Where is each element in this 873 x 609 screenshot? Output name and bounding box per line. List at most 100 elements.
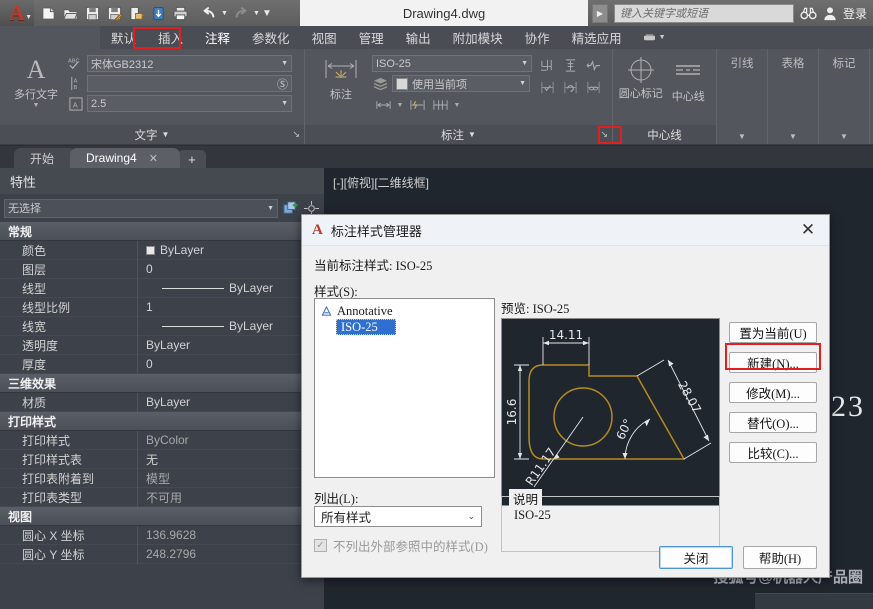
property-value[interactable]: ByLayer	[138, 338, 324, 352]
centerline-panel-title-bar[interactable]: 中心线	[613, 125, 716, 144]
dimension-text-height-icon[interactable]	[559, 55, 581, 75]
property-group-general[interactable]: 常规	[0, 222, 324, 241]
property-value[interactable]: 0	[138, 357, 324, 371]
search-binoculars-icon[interactable]	[800, 6, 817, 21]
dimension-style-launcher[interactable]: ↘	[600, 129, 608, 140]
property-row-plot-table-attached[interactable]: 打印表附着到 模型	[0, 468, 324, 488]
ribbon-tab-collaborate[interactable]: 协作	[516, 25, 559, 51]
quick-select-icon[interactable]	[282, 200, 299, 217]
close-button[interactable]: 关闭	[659, 546, 733, 569]
close-icon[interactable]: ✕	[793, 216, 823, 244]
viewport-label[interactable]: [-][俯视][二维线框]	[333, 174, 429, 191]
redo-dropdown-icon[interactable]: ▼	[252, 10, 261, 17]
dimension-button[interactable]: 标注	[310, 53, 372, 102]
ribbon-tab-parametric[interactable]: 参数化	[243, 25, 299, 51]
help-button[interactable]: 帮助(H)	[743, 546, 817, 569]
property-value[interactable]: ByLayer	[138, 395, 324, 409]
ribbon-panel-markup[interactable]: 标记 ▼	[819, 49, 870, 144]
search-expand-icon[interactable]: ▶	[591, 3, 608, 23]
new-file-button[interactable]	[38, 2, 59, 24]
continue-dimension-dropdown-icon[interactable]: ▼	[452, 95, 462, 115]
ribbon-tab-annotate[interactable]: 注释	[196, 25, 239, 51]
ribbon-tab-manage[interactable]: 管理	[350, 25, 393, 51]
quick-dimension-icon[interactable]	[406, 95, 428, 115]
ribbon-tab-insert[interactable]: 插入	[149, 25, 192, 51]
save-as-button[interactable]	[104, 2, 125, 24]
ribbon-panel-table[interactable]: 表格 ▼	[768, 49, 819, 144]
redo-button[interactable]	[230, 2, 251, 24]
customize-qat-icon[interactable]: ▼	[262, 8, 272, 19]
login-label[interactable]: 登录	[843, 5, 867, 22]
import-cloud-button[interactable]	[148, 2, 169, 24]
continue-dimension-icon[interactable]	[429, 95, 451, 115]
dimension-panel-title-bar[interactable]: 标注 ▼ ↘	[305, 125, 612, 144]
text-font-combo[interactable]: 宋体GB2312 ▼	[87, 55, 292, 72]
property-row-plot-style-table[interactable]: 打印样式表 无	[0, 449, 324, 469]
ribbon-panel-leader[interactable]: 引线 ▼	[717, 49, 768, 144]
property-group-3d-effects[interactable]: 三维效果	[0, 374, 324, 393]
application-menu-button[interactable]: A ▼	[0, 0, 34, 26]
linear-dimension-dropdown-icon[interactable]: ▼	[395, 95, 405, 115]
selection-combo[interactable]: 无选择 ▼	[4, 198, 278, 218]
dim-style-combo[interactable]: ISO-25 ▼	[372, 55, 532, 72]
search-input[interactable]: 键入关键字或短语	[613, 3, 794, 23]
property-group-plot-style[interactable]: 打印样式	[0, 412, 324, 431]
property-row-transparency[interactable]: 透明度 ByLayer	[0, 335, 324, 355]
center-mark-button[interactable]: 圆心标记	[618, 53, 664, 101]
ribbon-tab-output[interactable]: 输出	[397, 25, 440, 51]
text-panel-title-bar[interactable]: 文字 ▼ ↘	[0, 125, 304, 144]
style-list-item-annotative[interactable]: Annotative	[318, 303, 491, 319]
print-button[interactable]	[170, 2, 191, 24]
property-row-lineweight[interactable]: 线宽 ByLayer	[0, 316, 324, 336]
property-row-thickness[interactable]: 厚度 0	[0, 354, 324, 374]
close-icon[interactable]: ✕	[149, 152, 158, 165]
user-account-icon[interactable]	[823, 6, 837, 21]
text-size-combo[interactable]: 2.5 ▼	[87, 95, 292, 112]
property-value[interactable]: 0	[138, 262, 324, 276]
ribbon-tab-addins[interactable]: 附加模块	[444, 25, 512, 51]
property-value[interactable]: ByLayer	[138, 243, 324, 257]
dimension-jog-icon[interactable]	[582, 55, 604, 75]
new-style-button[interactable]: 新建(N)...	[729, 352, 817, 373]
compare-style-button[interactable]: 比较(C)...	[729, 442, 817, 463]
property-row-layer[interactable]: 图层 0	[0, 259, 324, 279]
override-style-button[interactable]: 替代(O)...	[729, 412, 817, 433]
dim-layer-combo[interactable]: 使用当前项 ▼	[392, 75, 530, 92]
ribbon-tab-featured-apps[interactable]: 精选应用	[563, 25, 631, 51]
multiline-text-button[interactable]: A 多行文字 ▼	[5, 53, 67, 110]
property-row-linetype[interactable]: 线型 ByLayer	[0, 278, 324, 298]
doc-tab-drawing4[interactable]: Drawing4 ✕	[70, 148, 180, 168]
dimension-update-icon[interactable]	[559, 77, 581, 97]
ribbon-tab-view[interactable]: 视图	[303, 25, 346, 51]
command-line-bar[interactable]	[755, 593, 873, 609]
annotative-search-icon[interactable]: Ⓢ	[277, 76, 288, 92]
property-group-view[interactable]: 视图	[0, 507, 324, 526]
text-style-combo[interactable]: Ⓢ	[87, 75, 292, 92]
ribbon-display-options[interactable]: ▼	[643, 32, 666, 43]
save-button[interactable]	[82, 2, 103, 24]
property-row-center-x[interactable]: 圆心 X 坐标 136.9628	[0, 525, 324, 545]
property-row-center-y[interactable]: 圆心 Y 坐标 248.2796	[0, 544, 324, 564]
undo-dropdown-icon[interactable]: ▼	[220, 10, 229, 17]
doc-tab-start[interactable]: 开始	[14, 148, 77, 168]
open-file-button[interactable]	[60, 2, 81, 24]
property-row-linetype-scale[interactable]: 线型比例 1	[0, 297, 324, 317]
property-row-plot-style[interactable]: 打印样式 ByColor	[0, 430, 324, 450]
undo-button[interactable]	[198, 2, 219, 24]
property-row-color[interactable]: 颜色 ByLayer	[0, 240, 324, 260]
modify-style-button[interactable]: 修改(M)...	[729, 382, 817, 403]
list-filter-combo[interactable]: 所有样式 ⌄	[314, 506, 482, 527]
dimension-baseline-icon[interactable]	[536, 55, 558, 75]
property-value[interactable]: ByLayer	[138, 319, 324, 333]
property-row-plot-table-type[interactable]: 打印表类型 不可用	[0, 487, 324, 507]
centerline-button[interactable]: 中心线	[666, 53, 712, 104]
set-current-button[interactable]: 置为当前(U)	[729, 322, 817, 343]
style-list-item-iso25[interactable]: ISO-25	[336, 319, 396, 335]
text-panel-launcher[interactable]: ↘	[292, 129, 300, 140]
dimension-check-icon[interactable]	[536, 77, 558, 97]
property-value[interactable]: 136.9628	[138, 528, 324, 542]
property-value[interactable]: 无	[138, 451, 324, 468]
style-list[interactable]: Annotative ISO-25	[314, 298, 495, 478]
ribbon-tab-default[interactable]: 默认	[102, 25, 145, 51]
property-value[interactable]: 1	[138, 300, 324, 314]
